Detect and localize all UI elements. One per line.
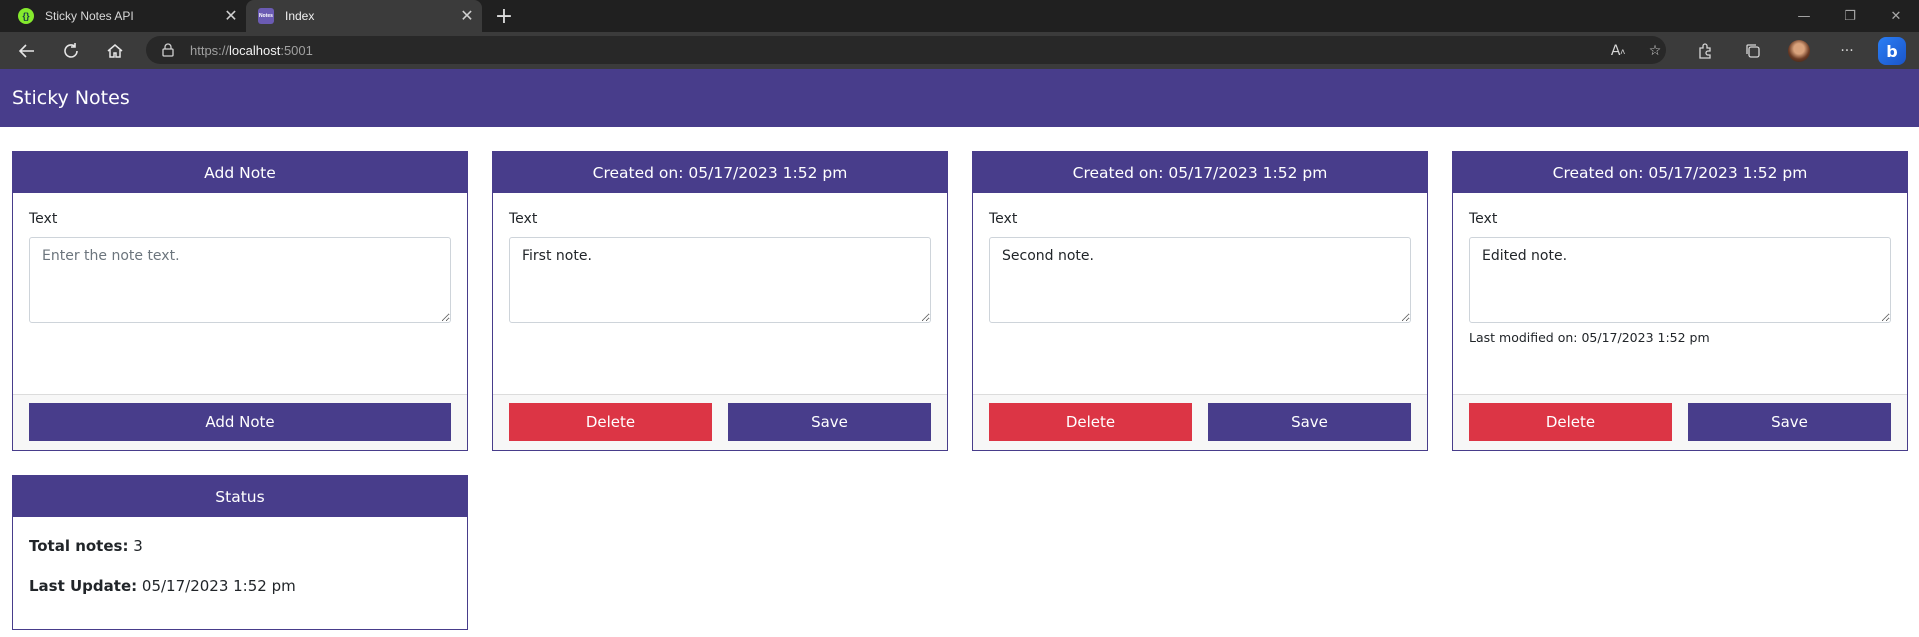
total-notes-row: Total notes: 3 xyxy=(29,537,451,555)
delete-button[interactable]: Delete xyxy=(989,403,1192,441)
card-header: Created on: 05/17/2023 1:52 pm xyxy=(973,152,1427,193)
read-aloud-icon[interactable]: Aʌ xyxy=(1603,36,1633,66)
last-update-value: 05/17/2023 1:52 pm xyxy=(141,577,296,595)
note-card: Created on: 05/17/2023 1:52 pm Text Dele… xyxy=(972,151,1428,451)
card-header: Status xyxy=(13,476,467,517)
text-label: Text xyxy=(509,211,538,227)
total-notes-label: Total notes: xyxy=(29,537,129,555)
card-footer: Add Note xyxy=(13,394,467,450)
new-tab-icon[interactable]: + xyxy=(490,0,518,32)
new-note-textarea[interactable] xyxy=(29,237,451,323)
note-card: Created on: 05/17/2023 1:52 pm Text Dele… xyxy=(492,151,948,451)
close-tab-icon[interactable]: ✕ xyxy=(452,6,482,26)
card-footer: Delete Save xyxy=(493,394,947,450)
back-icon[interactable] xyxy=(12,36,42,66)
notes-icon: Notes xyxy=(258,8,274,24)
collections-icon[interactable] xyxy=(1738,36,1768,66)
address-toolbar: https://localhost:5001 Aʌ ☆ ··· b xyxy=(0,32,1919,69)
browser-tab-bar: {} Sticky Notes API ✕ Notes Index ✕ + — … xyxy=(0,0,1919,32)
more-options-icon[interactable]: ··· xyxy=(1832,36,1862,66)
add-note-card: Add Note Text Add Note xyxy=(12,151,468,451)
total-notes-value: 3 xyxy=(133,537,143,555)
close-window-icon[interactable]: ✕ xyxy=(1873,0,1919,32)
card-header: Add Note xyxy=(13,152,467,193)
swagger-icon: {} xyxy=(18,8,34,24)
tab-title: Index xyxy=(285,9,315,23)
card-footer: Delete Save xyxy=(973,394,1427,450)
tab-index[interactable]: Notes Index ✕ xyxy=(246,0,482,32)
add-favorite-icon[interactable]: ☆ xyxy=(1640,36,1670,66)
app-header: Sticky Notes xyxy=(0,69,1919,127)
home-icon[interactable] xyxy=(100,36,130,66)
save-button[interactable]: Save xyxy=(1208,403,1411,441)
save-button[interactable]: Save xyxy=(728,403,931,441)
last-update-label: Last Update: xyxy=(29,577,138,595)
url-text[interactable]: https://localhost:5001 xyxy=(190,43,313,58)
bing-chat-icon[interactable]: b xyxy=(1877,36,1907,66)
tab-sticky-notes-api[interactable]: {} Sticky Notes API ✕ xyxy=(0,0,246,32)
note-textarea[interactable] xyxy=(1469,237,1891,323)
tab-title: Sticky Notes API xyxy=(45,9,134,23)
text-label: Text xyxy=(1469,211,1498,227)
note-card: Created on: 05/17/2023 1:52 pm Text Last… xyxy=(1452,151,1908,451)
close-tab-icon[interactable]: ✕ xyxy=(216,6,246,26)
delete-button[interactable]: Delete xyxy=(509,403,712,441)
lock-icon[interactable] xyxy=(162,43,176,57)
status-card: Status Total notes: 3 Last Update: 05/17… xyxy=(12,475,468,630)
minimize-icon[interactable]: — xyxy=(1781,0,1827,32)
address-bar[interactable]: https://localhost:5001 xyxy=(146,36,1666,64)
card-header: Created on: 05/17/2023 1:52 pm xyxy=(1453,152,1907,193)
last-modified-text: Last modified on: 05/17/2023 1:52 pm xyxy=(1469,330,1710,345)
restore-icon[interactable]: ❐ xyxy=(1827,0,1873,32)
note-textarea[interactable] xyxy=(989,237,1411,323)
profile-avatar[interactable] xyxy=(1784,36,1814,66)
text-label: Text xyxy=(29,211,58,227)
refresh-icon[interactable] xyxy=(56,36,86,66)
extensions-icon[interactable] xyxy=(1690,36,1720,66)
card-footer: Delete Save xyxy=(1453,394,1907,450)
add-note-button[interactable]: Add Note xyxy=(29,403,451,441)
save-button[interactable]: Save xyxy=(1688,403,1891,441)
last-update-row: Last Update: 05/17/2023 1:52 pm xyxy=(29,577,451,595)
note-textarea[interactable] xyxy=(509,237,931,323)
card-header: Created on: 05/17/2023 1:52 pm xyxy=(493,152,947,193)
app-brand[interactable]: Sticky Notes xyxy=(12,87,130,109)
text-label: Text xyxy=(989,211,1018,227)
delete-button[interactable]: Delete xyxy=(1469,403,1672,441)
